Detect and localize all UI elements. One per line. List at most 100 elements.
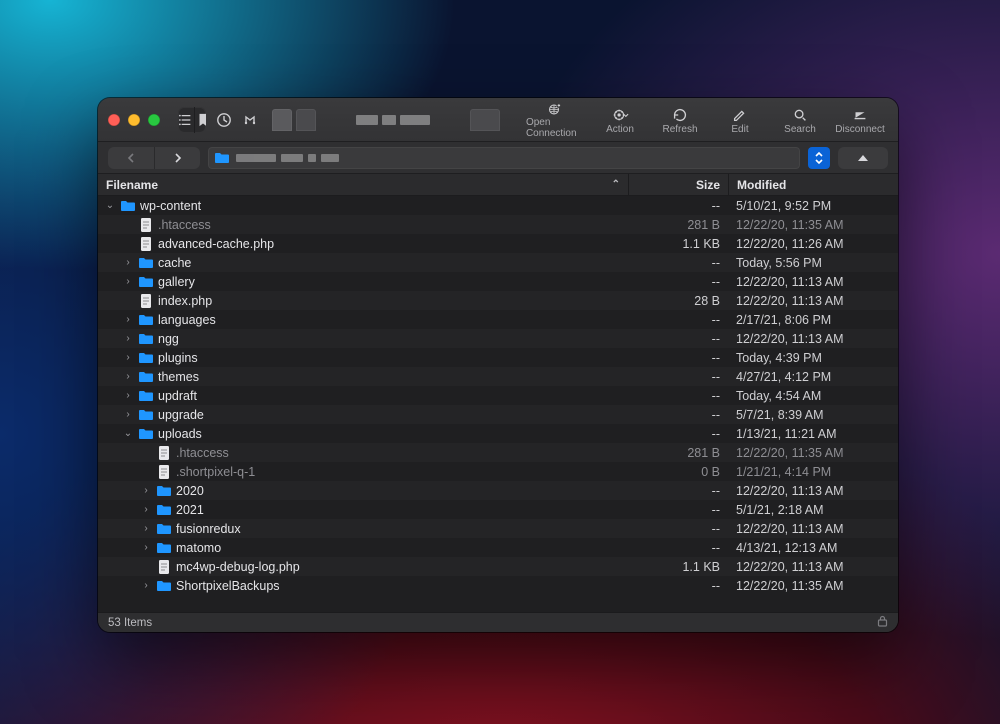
file-modified: 12/22/20, 11:13 AM <box>728 294 898 308</box>
file-row[interactable]: ›plugins--Today, 4:39 PM <box>98 348 898 367</box>
file-row[interactable]: ›themes--4/27/21, 4:12 PM <box>98 367 898 386</box>
file-name: 2020 <box>176 484 204 498</box>
file-icon <box>138 293 154 309</box>
file-size: -- <box>628 332 728 346</box>
status-text: 53 Items <box>108 617 152 629</box>
file-size: 1.1 KB <box>628 237 728 251</box>
window-tabs <box>272 109 316 131</box>
disclosure-triangle-icon[interactable]: › <box>122 333 134 344</box>
disclosure-triangle-icon[interactable]: › <box>140 542 152 553</box>
file-row[interactable]: ›.htaccess281 B12/22/20, 11:35 AM <box>98 443 898 462</box>
window-tab[interactable] <box>272 109 292 131</box>
minimize-window-button[interactable] <box>128 114 140 126</box>
file-name: plugins <box>158 351 198 365</box>
file-row[interactable]: ›mc4wp-debug-log.php1.1 KB12/22/20, 11:1… <box>98 557 898 576</box>
window-tab[interactable] <box>470 109 500 131</box>
zoom-window-button[interactable] <box>148 114 160 126</box>
file-name: index.php <box>158 294 212 308</box>
disclosure-triangle-icon[interactable]: › <box>140 580 152 591</box>
disclosure-triangle-icon[interactable]: › <box>140 504 152 515</box>
file-size: -- <box>628 370 728 384</box>
sort-indicator-icon: ⌃ <box>612 179 620 190</box>
file-size: 28 B <box>628 294 728 308</box>
file-row[interactable]: ›ShortpixelBackups--12/22/20, 11:35 AM <box>98 576 898 595</box>
history-button[interactable] <box>216 107 232 133</box>
nav-back-button[interactable] <box>108 147 154 169</box>
transfers-button[interactable] <box>242 107 258 133</box>
file-size: 281 B <box>628 446 728 460</box>
go-up-button[interactable] <box>838 147 888 169</box>
disclosure-triangle-icon[interactable]: › <box>122 257 134 268</box>
column-header-filename[interactable]: Filename ⌃ <box>98 174 628 195</box>
file-modified: 12/22/20, 11:13 AM <box>728 522 898 536</box>
disclosure-triangle-icon[interactable]: ⌄ <box>104 200 116 211</box>
file-row[interactable]: ⌄uploads--1/13/21, 11:21 AM <box>98 424 898 443</box>
file-modified: 12/22/20, 11:35 AM <box>728 218 898 232</box>
outline-view-button[interactable] <box>178 107 194 133</box>
disclosure-triangle-icon[interactable]: › <box>122 371 134 382</box>
file-row[interactable]: ›cache--Today, 5:56 PM <box>98 253 898 272</box>
file-row[interactable]: ›2021--5/1/21, 2:18 AM <box>98 500 898 519</box>
search-button[interactable]: Search <box>772 101 828 139</box>
close-window-button[interactable] <box>108 114 120 126</box>
disclosure-triangle-icon[interactable]: › <box>122 276 134 287</box>
file-icon <box>138 217 154 233</box>
file-row[interactable]: › 2020 --12/22/20, 11:13 AM <box>98 481 898 500</box>
file-icon <box>156 445 172 461</box>
file-row[interactable]: ›index.php28 B12/22/20, 11:13 AM <box>98 291 898 310</box>
file-row[interactable]: ›updraft--Today, 4:54 AM <box>98 386 898 405</box>
folder-icon <box>138 388 154 404</box>
folder-icon <box>138 312 154 328</box>
file-name: .htaccess <box>158 218 211 232</box>
column-header-size[interactable]: Size <box>628 174 728 195</box>
open-connection-button[interactable]: Open Connection <box>520 101 588 139</box>
file-row[interactable]: ›ngg--12/22/20, 11:13 AM <box>98 329 898 348</box>
file-name: uploads <box>158 427 202 441</box>
file-size: -- <box>628 256 728 270</box>
file-row[interactable]: ›upgrade--5/7/21, 8:39 AM <box>98 405 898 424</box>
disconnect-button[interactable]: Disconnect <box>832 101 888 139</box>
file-row[interactable]: ›languages--2/17/21, 8:06 PM <box>98 310 898 329</box>
folder-icon <box>138 369 154 385</box>
file-row[interactable]: ›fusionredux--12/22/20, 11:13 AM <box>98 519 898 538</box>
folder-icon <box>138 255 154 271</box>
file-row[interactable]: ›.htaccess281 B12/22/20, 11:35 AM <box>98 215 898 234</box>
disclosure-triangle-icon[interactable]: › <box>122 352 134 363</box>
window-tab[interactable] <box>296 109 316 131</box>
file-modified: 12/22/20, 11:13 AM <box>728 484 898 498</box>
disclosure-triangle-icon[interactable]: ⌄ <box>122 428 134 439</box>
toolbar-label: Open Connection <box>526 117 582 139</box>
file-row[interactable]: ›matomo--4/13/21, 12:13 AM <box>98 538 898 557</box>
path-dropdown[interactable] <box>208 147 800 169</box>
file-row[interactable]: ›.shortpixel-q-10 B1/21/21, 4:14 PM <box>98 462 898 481</box>
action-menu-button[interactable]: Action <box>592 101 648 139</box>
bookmarks-view-button[interactable] <box>194 107 206 133</box>
file-size: -- <box>628 484 728 498</box>
file-size: -- <box>628 389 728 403</box>
toolbar-actions: Open Connection Action Refresh Edit Sear… <box>520 101 888 139</box>
disclosure-triangle-icon[interactable]: › <box>140 485 152 496</box>
file-name: ngg <box>158 332 179 346</box>
titlebar: Open Connection Action Refresh Edit Sear… <box>98 98 898 142</box>
file-row[interactable]: ›advanced-cache.php1.1 KB12/22/20, 11:26… <box>98 234 898 253</box>
file-name: wp-content <box>140 199 201 213</box>
file-modified: Today, 4:54 AM <box>728 389 898 403</box>
file-name: themes <box>158 370 199 384</box>
edit-button[interactable]: Edit <box>712 101 768 139</box>
disclosure-triangle-icon[interactable]: › <box>122 390 134 401</box>
file-list[interactable]: ⌄wp-content--5/10/21, 9:52 PM›.htaccess2… <box>98 196 898 612</box>
disclosure-triangle-icon[interactable]: › <box>140 523 152 534</box>
file-row[interactable]: ›gallery--12/22/20, 11:13 AM <box>98 272 898 291</box>
nav-forward-button[interactable] <box>154 147 200 169</box>
file-size: -- <box>628 579 728 593</box>
column-headers: Filename ⌃ Size Modified <box>98 174 898 196</box>
file-modified: 5/10/21, 9:52 PM <box>728 199 898 213</box>
disclosure-triangle-icon[interactable]: › <box>122 314 134 325</box>
disclosure-triangle-icon[interactable]: › <box>122 409 134 420</box>
file-size: 1.1 KB <box>628 560 728 574</box>
file-size: -- <box>628 503 728 517</box>
column-header-modified[interactable]: Modified <box>728 174 898 195</box>
path-stepper-icon[interactable] <box>808 147 830 169</box>
file-row[interactable]: ⌄wp-content--5/10/21, 9:52 PM <box>98 196 898 215</box>
refresh-button[interactable]: Refresh <box>652 101 708 139</box>
